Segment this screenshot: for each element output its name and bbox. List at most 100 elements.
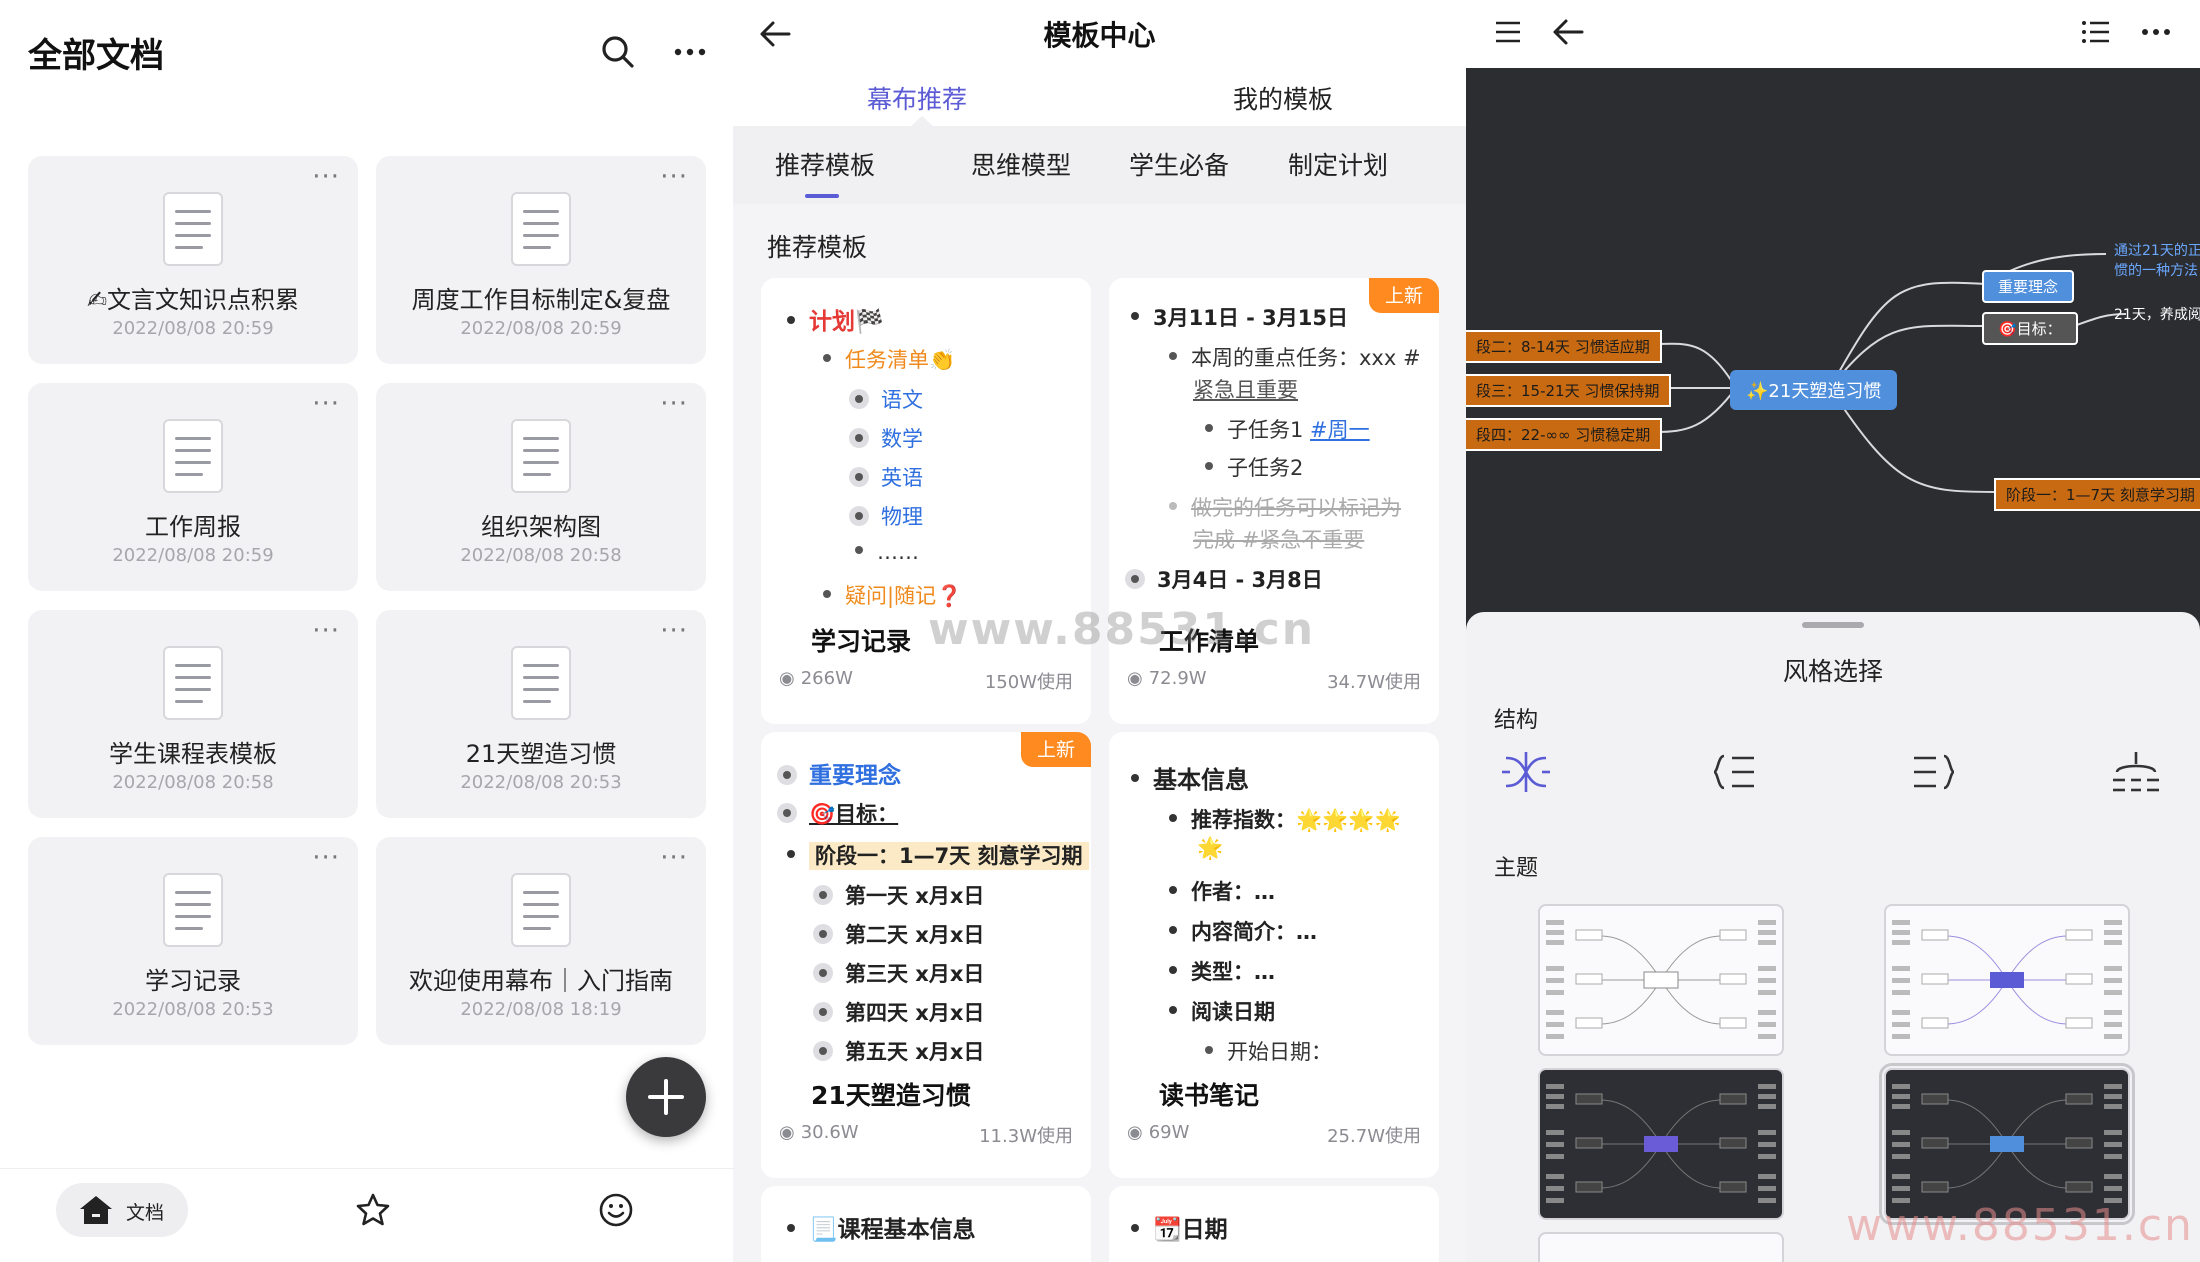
- bottom-tabbar: 文档: [0, 1168, 733, 1262]
- card-more-icon[interactable]: ···: [660, 162, 688, 192]
- doc-name: 组织架构图: [481, 513, 601, 541]
- template-views: ◉ 266W: [779, 668, 853, 689]
- category-bar: 推荐模板 思维模型 学生必备 制定计划: [733, 126, 1466, 204]
- category-underline: [805, 194, 839, 198]
- tab-docs[interactable]: 文档: [56, 1183, 188, 1237]
- mindmap-center-node[interactable]: ✨21天塑造习惯: [1730, 370, 1898, 410]
- doc-card[interactable]: ··· 周度工作目标制定&复盘 2022/08/08 20:59: [376, 156, 706, 364]
- card-more-icon[interactable]: ···: [660, 389, 688, 419]
- mindmap-header: [1466, 0, 2200, 68]
- template-info: 21天塑造习惯 ◉ 30.6W 11.3W使用: [761, 1068, 1091, 1178]
- eye-icon: ◉: [1127, 1122, 1143, 1143]
- theme-option[interactable]: [1538, 904, 1784, 1056]
- doc-date: 2022/08/08 18:19: [460, 999, 622, 1020]
- smile-icon[interactable]: [591, 1185, 641, 1235]
- structure-left-icon[interactable]: [1702, 742, 1766, 802]
- mindmap-node[interactable]: 🎯目标：: [1982, 312, 2078, 345]
- template-card[interactable]: 重要理念 🎯目标： 阶段一：1—7天 刻意学习期 第一天 x月x日 第二天 x月…: [761, 732, 1091, 1178]
- structure-org-icon[interactable]: [2104, 742, 2168, 802]
- style-sheet: 风格选择 结构 主题: [1466, 612, 2200, 1262]
- template-views: ◉ 30.6W: [779, 1122, 859, 1143]
- structure-label: 结构: [1494, 708, 1539, 733]
- doc-card[interactable]: ··· 21天塑造习惯 2022/08/08 20:53: [376, 610, 706, 818]
- structure-both-sides-icon[interactable]: [1494, 742, 1558, 802]
- document-icon: [163, 646, 223, 720]
- page-title: 全部文档: [28, 36, 164, 76]
- tab-my-templates[interactable]: 我的模板: [1233, 80, 1333, 116]
- card-more-icon[interactable]: ···: [312, 162, 340, 192]
- document-icon: [163, 192, 223, 266]
- card-more-icon[interactable]: ···: [312, 389, 340, 419]
- outline-icon[interactable]: [2074, 12, 2118, 52]
- mindmap-node[interactable]: 段三：15-21天 习惯保持期: [1466, 374, 1672, 407]
- more-icon[interactable]: [668, 30, 712, 74]
- theme-option[interactable]: [1538, 1232, 1784, 1262]
- add-button[interactable]: [626, 1057, 706, 1137]
- theme-preview: [1892, 920, 2122, 1039]
- doc-name: 学习记录: [145, 967, 241, 995]
- theme-preview: [1892, 1084, 2122, 1203]
- star-icon[interactable]: [348, 1185, 398, 1235]
- back-arrow-icon[interactable]: [1546, 12, 1590, 52]
- theme-label: 主题: [1494, 856, 1539, 881]
- category-plan[interactable]: 制定计划: [1288, 146, 1388, 182]
- card-more-icon[interactable]: ···: [660, 843, 688, 873]
- new-badge: 上新: [1368, 278, 1439, 313]
- plus-icon: [648, 1079, 684, 1115]
- eye-icon: ◉: [779, 668, 795, 689]
- template-name: 学习记录: [811, 627, 912, 656]
- menu-icon[interactable]: [1486, 12, 1530, 52]
- template-card[interactable]: 📃课程基本信息: [761, 1186, 1091, 1262]
- sheet-handle[interactable]: [1802, 622, 1864, 628]
- template-preview: 3月11日 - 3月15日 本周的重点任务：xxx # 紧急且重要 子任务1 #…: [1109, 278, 1439, 614]
- mindmap-text: 惯的一种方法: [2114, 263, 2198, 279]
- template-views: ◉ 72.9W: [1127, 668, 1207, 689]
- tab-docs-label: 文档: [126, 1202, 165, 1224]
- template-card[interactable]: 3月11日 - 3月15日 本周的重点任务：xxx # 紧急且重要 子任务1 #…: [1109, 278, 1439, 724]
- template-uses: 11.3W使用: [979, 1126, 1073, 1147]
- theme-option-selected[interactable]: [1879, 1063, 2135, 1225]
- doc-card[interactable]: ··· 工作周报 2022/08/08 20:59: [28, 383, 358, 591]
- mindmap-node[interactable]: 阶段一：1—7天 刻意学习期: [1994, 478, 2200, 511]
- eye-icon: ◉: [1127, 668, 1143, 689]
- doc-name: 工作周报: [145, 513, 241, 541]
- template-card[interactable]: 📆日期: [1109, 1186, 1439, 1262]
- doc-date: 2022/08/08 20:53: [112, 999, 274, 1020]
- category-thinking[interactable]: 思维模型: [971, 146, 1071, 182]
- doc-card[interactable]: ··· ✍文言文知识点积累 2022/08/08 20:59: [28, 156, 358, 364]
- mindmap-text: 通过21天的正: [2114, 243, 2200, 259]
- doc-card[interactable]: ··· 组织架构图 2022/08/08 20:58: [376, 383, 706, 591]
- mindmap-node[interactable]: 重要理念: [1982, 270, 2075, 303]
- docs-panel: 全部文档 ··· ✍文言文知识点积累 2022/08/08 20:59 ··· …: [0, 0, 733, 1262]
- mindmap-node[interactable]: 段四：22-∞∞ 习惯稳定期: [1466, 418, 1663, 451]
- theme-option[interactable]: [1538, 1068, 1784, 1220]
- doc-card[interactable]: ··· 欢迎使用幕布｜入门指南 2022/08/08 18:19: [376, 837, 706, 1045]
- template-card[interactable]: 基本信息 推荐指数：🌟🌟🌟🌟 🌟 作者：… 内容简介：… 类型：… 阅读日期 开…: [1109, 732, 1439, 1178]
- doc-card[interactable]: ··· 学习记录 2022/08/08 20:53: [28, 837, 358, 1045]
- doc-card[interactable]: ··· 学生课程表模板 2022/08/08 20:58: [28, 610, 358, 818]
- tab-recommended[interactable]: 幕布推荐: [867, 80, 967, 116]
- mindmap-node[interactable]: 段二：8-14天 习惯适应期: [1466, 330, 1662, 363]
- template-info: 读书笔记 ◉ 69W 25.7W使用: [1109, 1068, 1439, 1178]
- theme-option[interactable]: [1884, 904, 2130, 1056]
- more-icon[interactable]: [2134, 12, 2178, 52]
- theme-preview: [1546, 1084, 1776, 1203]
- search-icon[interactable]: [596, 30, 640, 74]
- mindmap-text: 21天，养成阅: [2114, 307, 2200, 323]
- template-card[interactable]: 计划🏁 任务清单👏 语文 数学 英语 物理 …… 疑问|随记❓ 学习记录 ◉ 26…: [761, 278, 1091, 724]
- doc-date: 2022/08/08 20:59: [112, 545, 274, 566]
- template-uses: 34.7W使用: [1327, 672, 1421, 693]
- card-more-icon[interactable]: ···: [660, 616, 688, 646]
- section-title: 推荐模板: [767, 233, 868, 262]
- document-icon: [511, 419, 571, 493]
- category-student[interactable]: 学生必备: [1129, 146, 1229, 182]
- card-more-icon[interactable]: ···: [312, 616, 340, 646]
- watermark: www.88531.cn: [928, 604, 1316, 655]
- doc-date: 2022/08/08 20:58: [460, 545, 622, 566]
- screen: 全部文档 ··· ✍文言文知识点积累 2022/08/08 20:59 ··· …: [0, 0, 2200, 1262]
- card-more-icon[interactable]: ···: [312, 843, 340, 873]
- doc-name: ✍文言文知识点积累: [86, 286, 300, 314]
- new-badge: 上新: [1020, 732, 1091, 767]
- structure-right-icon[interactable]: [1902, 742, 1966, 802]
- category-recommended[interactable]: 推荐模板: [775, 146, 875, 182]
